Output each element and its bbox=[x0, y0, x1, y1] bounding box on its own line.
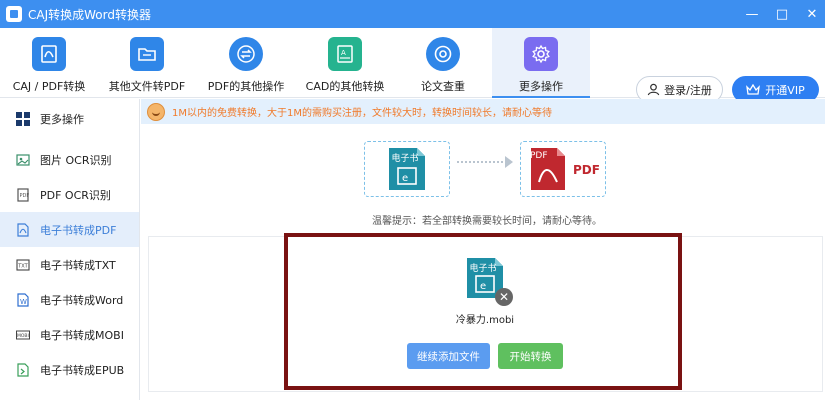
pdf-file-icon bbox=[15, 222, 31, 238]
sidebar-item-ebook-to-word[interactable]: W 电子书转成Word bbox=[0, 282, 139, 317]
sidebar-item-ebook-to-pdf[interactable]: 电子书转成PDF bbox=[0, 212, 139, 247]
pdf-ocr-icon: PDF bbox=[15, 187, 31, 203]
sidebar-header: 更多操作 bbox=[0, 99, 139, 139]
tool-label: PDF的其他操作 bbox=[207, 80, 285, 93]
tool-label: 其他文件转PDF bbox=[108, 80, 186, 93]
svg-text:W: W bbox=[20, 298, 27, 306]
sidebar-item-label: 电子书转成TXT bbox=[40, 258, 116, 272]
target-format-label: PDF bbox=[573, 163, 600, 177]
target-format-box: PDF PDF bbox=[520, 141, 606, 197]
tool-other-to-pdf[interactable]: 其他文件转PDF bbox=[98, 28, 196, 98]
sidebar-item-label: 图片 OCR识别 bbox=[40, 153, 112, 167]
pdf-convert-icon bbox=[32, 37, 66, 71]
sidebar-item-label: PDF OCR识别 bbox=[40, 188, 111, 202]
close-icon[interactable]: ✕ bbox=[805, 7, 819, 22]
window-controls: — □ ✕ bbox=[745, 0, 819, 28]
file-name: 冷暴力.mobi bbox=[455, 315, 515, 326]
minimize-icon[interactable]: — bbox=[745, 7, 759, 22]
notice-text: 1M以内的免费转换，大于1M的需购买注册，文件较大时，转换时间较长，请耐心等待 bbox=[172, 108, 552, 119]
sidebar-item-label: 电子书转成EPUB bbox=[40, 363, 125, 377]
svg-text:e: e bbox=[480, 281, 486, 292]
tool-label: 论文查重 bbox=[421, 80, 465, 93]
svg-text:MOBI: MOBI bbox=[17, 333, 29, 339]
crown-icon bbox=[746, 83, 761, 95]
mascot-icon bbox=[147, 102, 165, 121]
toolbar: CAJ / PDF转换 其他文件转PDF PDF的其他操作 A CAD的其他转换… bbox=[0, 28, 825, 103]
sidebar: 更多操作 图片 OCR识别 PDF PDF OCR识别 电子书转成PDF TXT… bbox=[0, 99, 140, 400]
sidebar-item-ebook-to-mobi[interactable]: MOBI 电子书转成MOBI bbox=[0, 317, 139, 352]
mobi-file-icon: MOBI bbox=[15, 327, 31, 343]
sidebar-item-label: 电子书转成PDF bbox=[40, 223, 117, 237]
start-convert-button[interactable]: 开始转换 bbox=[498, 343, 563, 369]
notice-banner: 1M以内的免费转换，大于1M的需购买注册，文件较大时，转换时间较长，请耐心等待 bbox=[141, 99, 825, 124]
at-icon bbox=[426, 37, 460, 71]
target-badge-label: PDF bbox=[530, 151, 548, 161]
arrow-right-icon bbox=[505, 156, 513, 168]
word-file-icon: W bbox=[15, 292, 31, 308]
cad-icon: A bbox=[328, 37, 362, 71]
image-ocr-icon bbox=[15, 152, 31, 168]
grid-icon bbox=[15, 111, 31, 127]
sidebar-item-label: 电子书转成Word bbox=[40, 293, 124, 307]
maximize-icon[interactable]: □ bbox=[775, 7, 789, 22]
add-more-files-button[interactable]: 继续添加文件 bbox=[407, 343, 490, 369]
sidebar-header-label: 更多操作 bbox=[40, 113, 84, 126]
tool-label: CAJ / PDF转换 bbox=[12, 80, 86, 93]
sidebar-item-ebook-to-txt[interactable]: TXT 电子书转成TXT bbox=[0, 247, 139, 282]
arrow-line bbox=[457, 161, 507, 163]
svg-text:e: e bbox=[402, 173, 408, 184]
svg-text:TXT: TXT bbox=[17, 263, 28, 269]
sidebar-item-ebook-to-epub[interactable]: 电子书转成EPUB bbox=[0, 352, 139, 387]
user-icon bbox=[647, 83, 660, 96]
tool-paper-check[interactable]: 论文查重 bbox=[394, 28, 492, 98]
swap-icon bbox=[229, 37, 263, 71]
login-label: 登录/注册 bbox=[664, 83, 712, 97]
svg-text:PDF: PDF bbox=[20, 193, 30, 199]
tool-more-ops[interactable]: 更多操作 bbox=[492, 28, 590, 98]
tool-label: CAD的其他转换 bbox=[305, 80, 385, 93]
source-format-label: 电子书 bbox=[391, 154, 419, 164]
txt-file-icon: TXT bbox=[15, 257, 31, 273]
tool-cad-convert[interactable]: A CAD的其他转换 bbox=[296, 28, 394, 98]
file-badge-label: 电子书 bbox=[469, 264, 497, 274]
folder-icon bbox=[130, 37, 164, 71]
epub-file-icon bbox=[15, 362, 31, 378]
remove-file-icon[interactable]: ✕ bbox=[495, 288, 513, 306]
vip-label: 开通VIP bbox=[765, 83, 805, 97]
sidebar-item-image-ocr[interactable]: 图片 OCR识别 bbox=[0, 142, 139, 177]
tool-caj-pdf-convert[interactable]: CAJ / PDF转换 bbox=[0, 28, 98, 98]
tool-pdf-other-ops[interactable]: PDF的其他操作 bbox=[196, 28, 296, 98]
sidebar-item-pdf-ocr[interactable]: PDF PDF OCR识别 bbox=[0, 177, 139, 212]
tool-label: 更多操作 bbox=[519, 80, 563, 93]
svg-text:A: A bbox=[341, 49, 346, 57]
source-format-box: e 电子书 bbox=[364, 141, 450, 197]
app-logo-icon bbox=[6, 6, 22, 22]
window-title: CAJ转换成Word转换器 bbox=[28, 7, 151, 22]
tip-text: 温馨提示：若全部转换需要较长时间，请耐心等待。 bbox=[372, 216, 602, 227]
sidebar-item-label: 电子书转成MOBI bbox=[40, 328, 124, 342]
gear-icon bbox=[524, 37, 558, 71]
title-bar: CAJ转换成Word转换器 — □ ✕ bbox=[0, 0, 825, 28]
